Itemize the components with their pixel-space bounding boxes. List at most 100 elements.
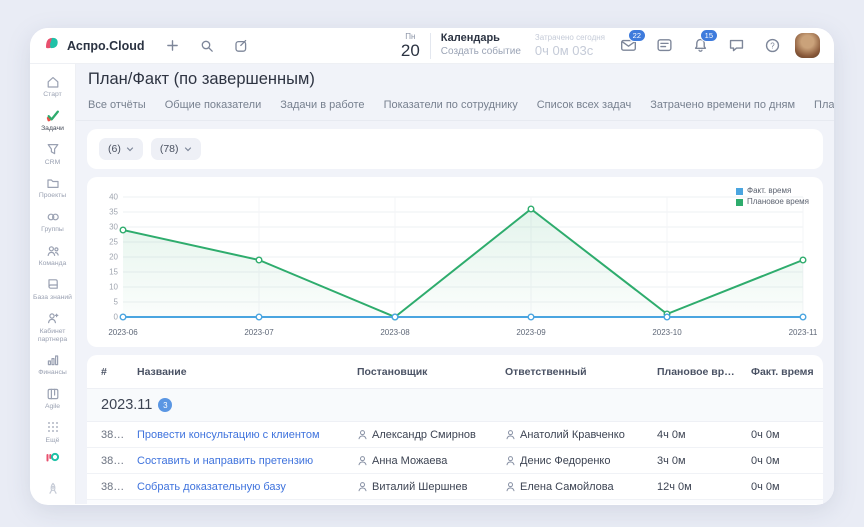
- person-icon: [505, 429, 516, 440]
- rocket-icon[interactable]: [46, 482, 60, 501]
- sidebar-item-finance[interactable]: Финансы: [31, 348, 75, 382]
- finance-icon: [46, 352, 60, 367]
- day-number: 20: [401, 42, 420, 59]
- filters-card: (6) (78): [87, 129, 823, 169]
- sidebar-item-start[interactable]: Старт: [31, 70, 75, 104]
- help-icon[interactable]: ?: [759, 33, 785, 59]
- column-header-0[interactable]: #: [87, 366, 131, 378]
- assignee-cell[interactable]: Анатолий Кравченко: [505, 429, 645, 441]
- avatar[interactable]: [795, 33, 820, 58]
- column-header-3[interactable]: Ответственный: [499, 366, 651, 378]
- svg-text:2023-11: 2023-11: [789, 328, 818, 337]
- group-count-badge: 3: [158, 398, 172, 412]
- date-widget[interactable]: Пн 20: [401, 33, 431, 59]
- plan-time: 3ч 0м: [651, 455, 745, 467]
- assignee-cell[interactable]: Елена Самойлова: [505, 481, 645, 493]
- bell-icon[interactable]: 15: [687, 33, 713, 59]
- table-header: #НазваниеПостановщикОтветственныйПланово…: [87, 355, 823, 388]
- svg-text:10: 10: [109, 283, 118, 292]
- app-window: Аспро.Cloud Пн 20 Календарь Создать собы…: [30, 28, 834, 505]
- table-row[interactable]: 3864 Собрать доказательную базу Виталий …: [87, 474, 823, 500]
- mail-badge: 22: [628, 29, 646, 43]
- svg-text:2023-10: 2023-10: [652, 328, 682, 337]
- start-icon: [46, 74, 60, 89]
- svg-text:2023-06: 2023-06: [108, 328, 138, 337]
- column-header-4[interactable]: Плановое время: [651, 366, 745, 378]
- assignee-cell[interactable]: Денис Федоренко: [505, 455, 645, 467]
- sidebar-item-crm[interactable]: CRM: [31, 138, 75, 172]
- person-icon: [357, 481, 368, 492]
- groups-icon: [46, 209, 60, 224]
- search-icon[interactable]: [193, 33, 221, 59]
- svg-text:25: 25: [109, 238, 118, 247]
- column-header-2[interactable]: Постановщик: [351, 366, 499, 378]
- author-cell[interactable]: Виталий Шершнев: [357, 481, 493, 493]
- svg-text:2023-08: 2023-08: [380, 328, 410, 337]
- group-row-2023.11[interactable]: 2023.11 3: [87, 388, 823, 422]
- tab-2[interactable]: Задачи в работе: [280, 94, 364, 120]
- filter-chip-1[interactable]: (78): [151, 138, 201, 160]
- tasks-icon: [45, 108, 60, 123]
- sidebar-item-knowledge[interactable]: База знаний: [31, 273, 75, 307]
- tasks-table: #НазваниеПостановщикОтветственныйПланово…: [87, 355, 823, 504]
- svg-text:0: 0: [114, 313, 119, 322]
- sidebar-item-agile[interactable]: Agile: [31, 382, 75, 416]
- day-of-week: Пн: [401, 33, 420, 41]
- chevron-down-icon: [126, 145, 134, 153]
- legend-item-1[interactable]: Плановое время: [736, 197, 809, 208]
- plan-fact-chart[interactable]: 05101520253035402023-062023-072023-08202…: [99, 185, 811, 343]
- fact-time: 0ч 0м: [745, 429, 823, 441]
- tab-5[interactable]: Затрачено времени по дням: [650, 94, 795, 120]
- chevron-down-icon: [184, 145, 192, 153]
- partner-icon: [46, 311, 60, 326]
- person-icon: [505, 455, 516, 466]
- more-icon: [46, 420, 60, 435]
- filter-chip-0[interactable]: (6): [99, 138, 143, 160]
- brand[interactable]: Аспро.Cloud: [44, 35, 145, 56]
- task-link[interactable]: Составить и направить претензию: [137, 455, 313, 467]
- author-cell[interactable]: Анна Можаева: [357, 455, 493, 467]
- sidebar-item-partner[interactable]: Кабинет партнера: [31, 307, 75, 349]
- top-bar: Аспро.Cloud Пн 20 Календарь Создать собы…: [30, 28, 834, 64]
- plan-time: 4ч 0м: [651, 429, 745, 441]
- tab-3[interactable]: Показатели по сотруднику: [384, 94, 518, 120]
- aspro-brand-icon[interactable]: [45, 450, 60, 470]
- sidebar-item-projects[interactable]: Проекты: [31, 171, 75, 205]
- plan-time: 12ч 0м: [651, 481, 745, 493]
- table-row[interactable]: 3863 Составить и направить претензию Анн…: [87, 448, 823, 474]
- knowledge-icon: [46, 277, 60, 292]
- sidebar-nav: Старт Задачи CRM Проекты Группы Команда …: [31, 70, 75, 450]
- svg-text:?: ?: [770, 41, 775, 50]
- table-row[interactable]: 3890 Провести консультацию с клиентом Ал…: [87, 422, 823, 448]
- sidebar-item-groups[interactable]: Группы: [31, 205, 75, 239]
- task-link[interactable]: Собрать доказательную базу: [137, 481, 286, 493]
- bell-badge: 15: [700, 29, 718, 43]
- column-header-5[interactable]: Факт. время: [745, 366, 823, 378]
- tab-6[interactable]: План/Факт (все задачи): [814, 94, 834, 120]
- add-button[interactable]: [159, 33, 187, 59]
- chat-icon[interactable]: [723, 33, 749, 59]
- feedback-icon[interactable]: [651, 33, 677, 59]
- sidebar-item-team[interactable]: Команда: [31, 239, 75, 273]
- legend-item-0[interactable]: Факт. время: [736, 186, 809, 197]
- crm-icon: [46, 142, 60, 157]
- chart-legend: Факт. время Плановое время: [736, 186, 809, 208]
- svg-text:2023-07: 2023-07: [244, 328, 274, 337]
- tab-0[interactable]: Все отчёты: [88, 94, 146, 120]
- time-tracked-widget[interactable]: Затрачено сегодня 0ч 0м 03с: [535, 33, 605, 58]
- calendar-widget[interactable]: Календарь Создать событие: [441, 32, 521, 58]
- task-link[interactable]: Провести консультацию с клиентом: [137, 429, 320, 441]
- compose-icon[interactable]: [227, 33, 255, 59]
- person-icon: [357, 429, 368, 440]
- tab-4[interactable]: Список всех задач: [537, 94, 632, 120]
- svg-text:15: 15: [109, 268, 118, 277]
- author-cell[interactable]: Александр Смирнов: [357, 429, 493, 441]
- mail-icon[interactable]: 22: [615, 33, 641, 59]
- chart-card: Факт. время Плановое время 0510152025303…: [87, 177, 823, 347]
- tab-1[interactable]: Общие показатели: [165, 94, 262, 120]
- column-header-1[interactable]: Название: [131, 366, 351, 378]
- sidebar-item-more[interactable]: Ещё: [31, 416, 75, 450]
- svg-text:5: 5: [114, 298, 119, 307]
- brand-logo-icon: [44, 35, 60, 56]
- sidebar-item-tasks[interactable]: Задачи: [31, 104, 75, 138]
